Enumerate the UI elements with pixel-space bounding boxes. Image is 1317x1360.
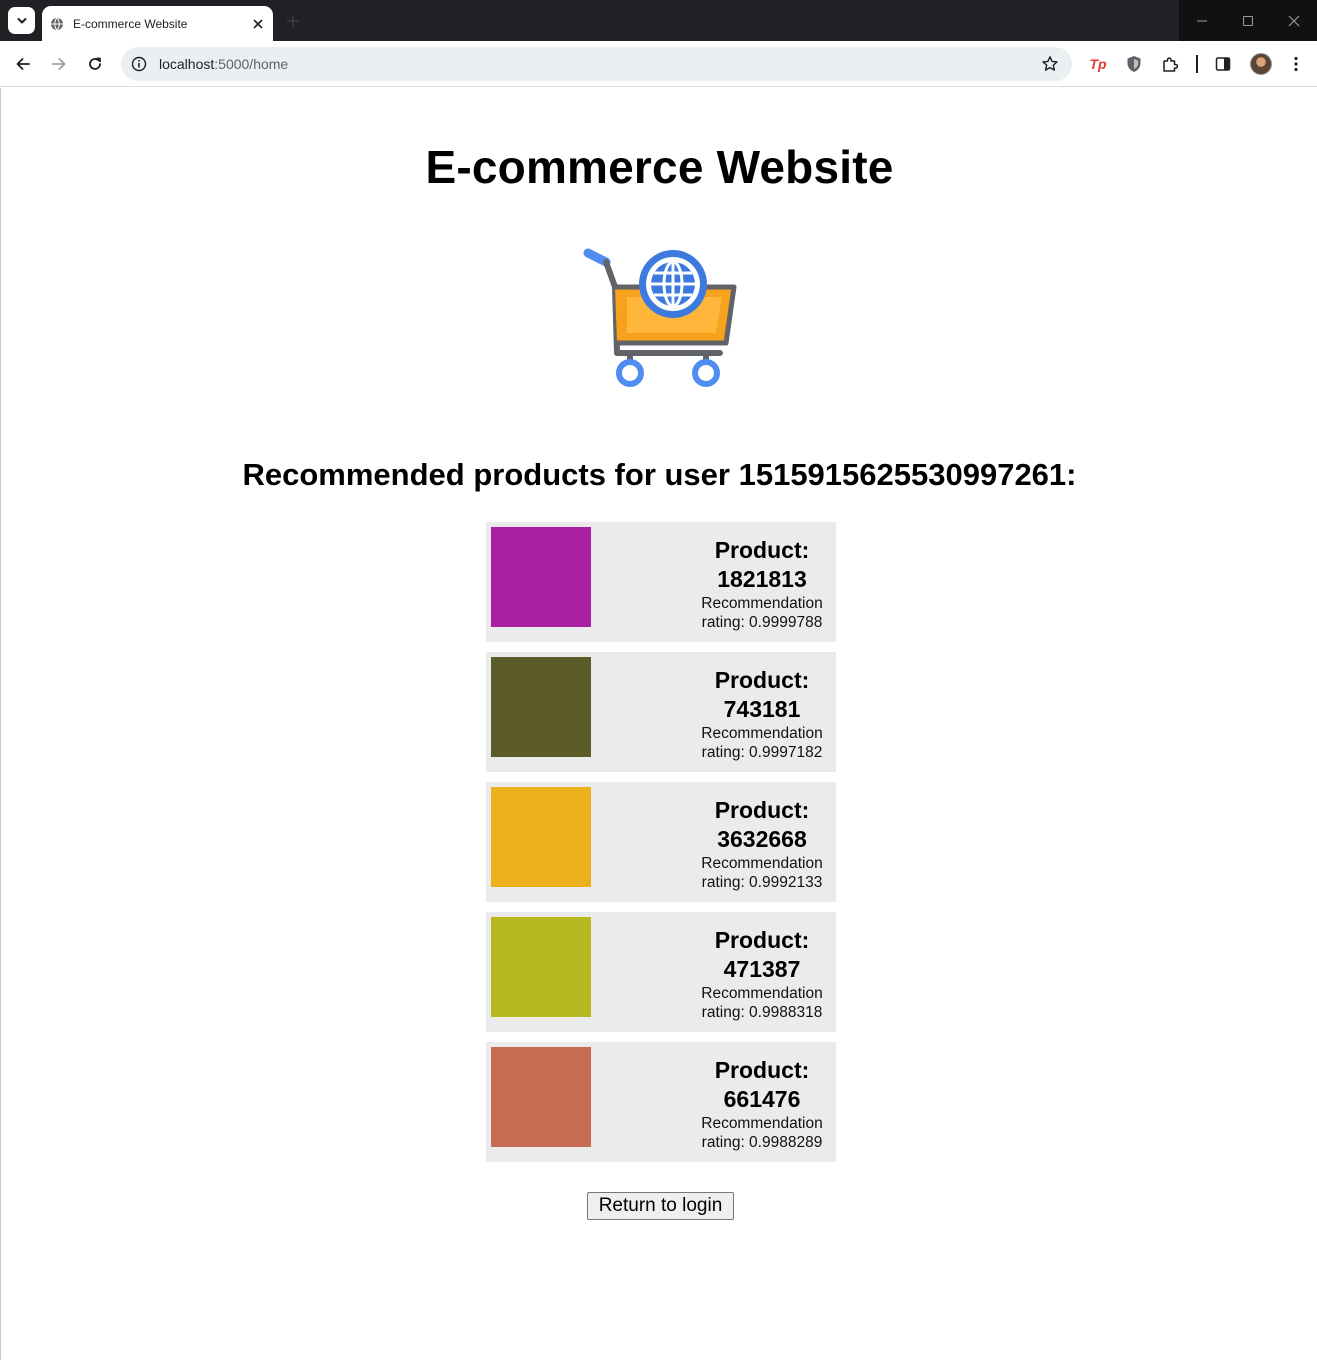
close-window-icon[interactable]	[1271, 0, 1317, 41]
product-card: Product: 1821813 Recommendation rating: …	[486, 522, 836, 642]
shield-extension-icon[interactable]	[1122, 52, 1146, 76]
product-details: Product: 661476 Recommendation rating: 0…	[692, 1056, 832, 1152]
browser-tab[interactable]: E-commerce Website	[42, 6, 273, 41]
rating-value: rating: 0.9997182	[701, 744, 823, 761]
product-card: Product: 471387 Recommendation rating: 0…	[486, 912, 836, 1032]
new-tab-icon[interactable]	[284, 12, 302, 30]
product-label: Product:	[714, 1057, 810, 1083]
return-to-login-button[interactable]: Return to login	[587, 1192, 734, 1220]
product-color-swatch	[491, 527, 591, 627]
forward-arrow-icon[interactable]	[47, 52, 71, 76]
product-id: 743181	[723, 696, 801, 722]
product-details: Product: 3632668 Recommendation rating: …	[692, 796, 832, 892]
toolbar-divider	[1196, 55, 1198, 73]
product-color-swatch	[491, 657, 591, 757]
browser-toolbar: localhost:5000/home Tp	[0, 41, 1317, 87]
recommendations-heading: Recommended products for user 1515915625…	[242, 457, 1077, 492]
rating-label: Recommendation	[701, 985, 823, 1002]
close-tab-icon[interactable]	[251, 17, 265, 31]
rating-value: rating: 0.9999788	[701, 614, 823, 631]
site-info-icon[interactable]	[131, 56, 147, 72]
product-color-swatch	[491, 917, 591, 1017]
reload-icon[interactable]	[83, 52, 107, 76]
rating-value: rating: 0.9988318	[701, 1004, 823, 1021]
url-host: localhost	[159, 56, 215, 72]
tab-search-button[interactable]	[8, 7, 35, 34]
rating-label: Recommendation	[701, 725, 823, 742]
minimize-icon[interactable]	[1179, 0, 1225, 41]
puzzle-extensions-icon[interactable]	[1158, 52, 1182, 76]
browser-tab-strip: E-commerce Website	[0, 0, 1317, 41]
tab-title: E-commerce Website	[73, 16, 188, 31]
product-color-swatch	[491, 787, 591, 887]
bookmark-star-icon[interactable]	[1038, 52, 1062, 76]
tp-extension-icon[interactable]: Tp	[1086, 52, 1110, 76]
shopping-cart-globe-icon	[580, 245, 742, 397]
back-arrow-icon[interactable]	[11, 52, 35, 76]
product-label: Product:	[714, 797, 810, 823]
product-label: Product:	[714, 667, 810, 693]
product-list: Product: 1821813 Recommendation rating: …	[486, 522, 836, 1172]
product-color-swatch	[491, 1047, 591, 1147]
address-bar[interactable]: localhost:5000/home	[121, 47, 1072, 81]
product-id: 471387	[723, 956, 801, 982]
page-title: E-commerce Website	[425, 141, 894, 193]
chevron-down-icon	[17, 17, 26, 23]
url-text: localhost:5000/home	[159, 56, 1038, 72]
globe-icon	[50, 17, 64, 31]
product-details: Product: 471387 Recommendation rating: 0…	[692, 926, 832, 1022]
profile-avatar[interactable]	[1250, 53, 1272, 75]
window-controls	[1179, 0, 1317, 41]
rating-label: Recommendation	[701, 1115, 823, 1132]
product-id: 1821813	[717, 566, 807, 592]
product-card: Product: 3632668 Recommendation rating: …	[486, 782, 836, 902]
side-panel-icon[interactable]	[1211, 52, 1235, 76]
product-card: Product: 743181 Recommendation rating: 0…	[486, 652, 836, 772]
rating-label: Recommendation	[701, 855, 823, 872]
rating-value: rating: 0.9992133	[701, 874, 823, 891]
product-card: Product: 661476 Recommendation rating: 0…	[486, 1042, 836, 1162]
rating-value: rating: 0.9988289	[701, 1134, 823, 1151]
url-path: :5000/home	[214, 56, 289, 72]
more-menu-icon[interactable]	[1284, 52, 1308, 76]
product-label: Product:	[714, 927, 810, 953]
product-details: Product: 1821813 Recommendation rating: …	[692, 536, 832, 632]
product-id: 661476	[723, 1086, 801, 1112]
product-label: Product:	[714, 537, 810, 563]
maximize-icon[interactable]	[1225, 0, 1271, 41]
rating-label: Recommendation	[701, 595, 823, 612]
product-id: 3632668	[717, 826, 807, 852]
product-details: Product: 743181 Recommendation rating: 0…	[692, 666, 832, 762]
page-content: E-commerce Website Recommended products …	[0, 88, 1317, 1360]
tp-extension-label: Tp	[1089, 56, 1107, 72]
